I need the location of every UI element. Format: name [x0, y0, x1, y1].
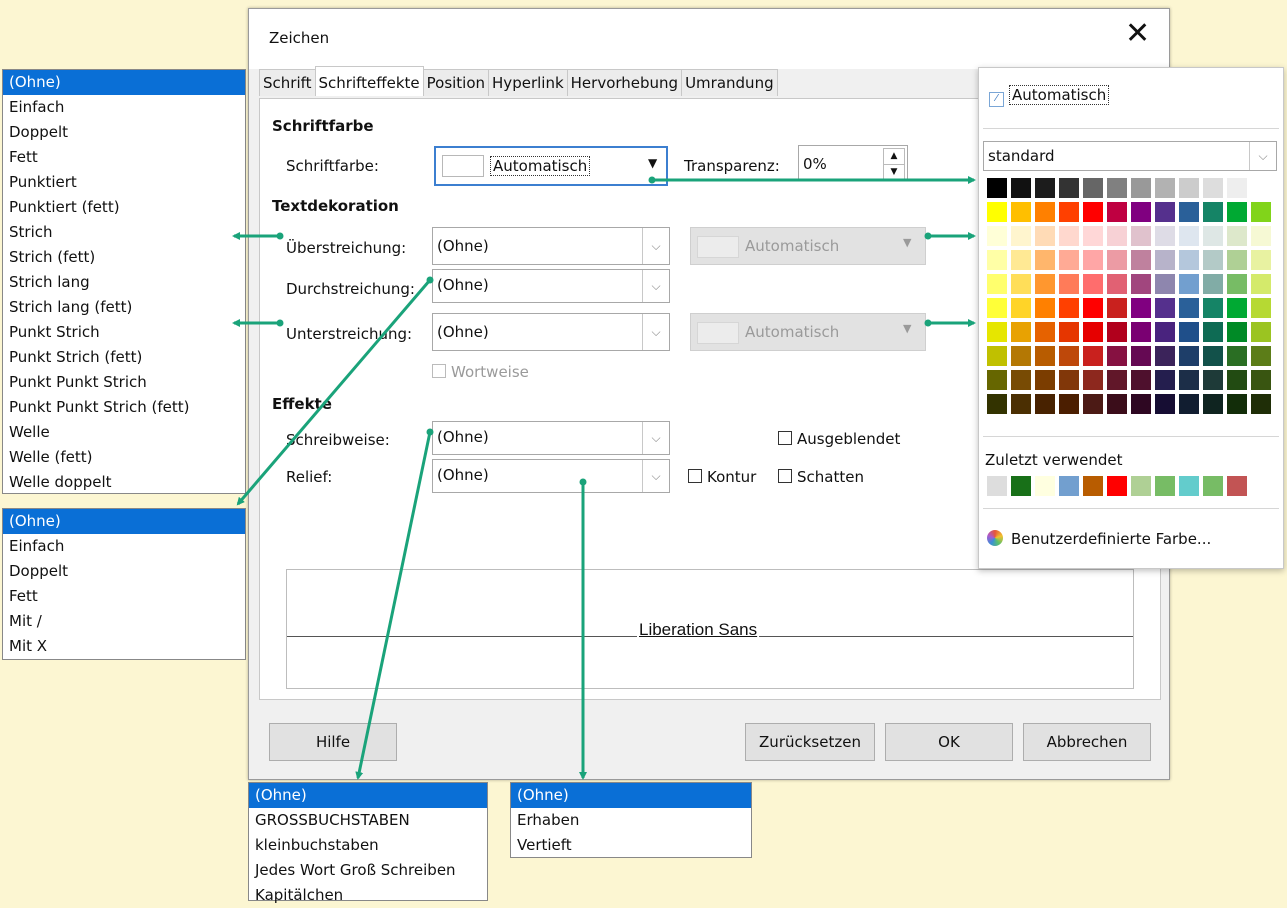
arrow-dot — [276, 232, 284, 240]
connector-arrows — [232, 176, 976, 780]
arrow-dot — [648, 176, 656, 184]
arrow-case — [355, 431, 432, 780]
arrow-dot — [924, 319, 932, 327]
arrow-dot — [924, 232, 932, 240]
arrow-dot — [426, 428, 434, 436]
arrow-strikeout — [236, 279, 432, 506]
arrow-dot — [276, 319, 284, 327]
tab-schrifteffekte[interactable]: Schrifteffekte — [314, 66, 424, 96]
arrow-dot — [579, 478, 587, 486]
arrow-dot — [426, 276, 434, 284]
